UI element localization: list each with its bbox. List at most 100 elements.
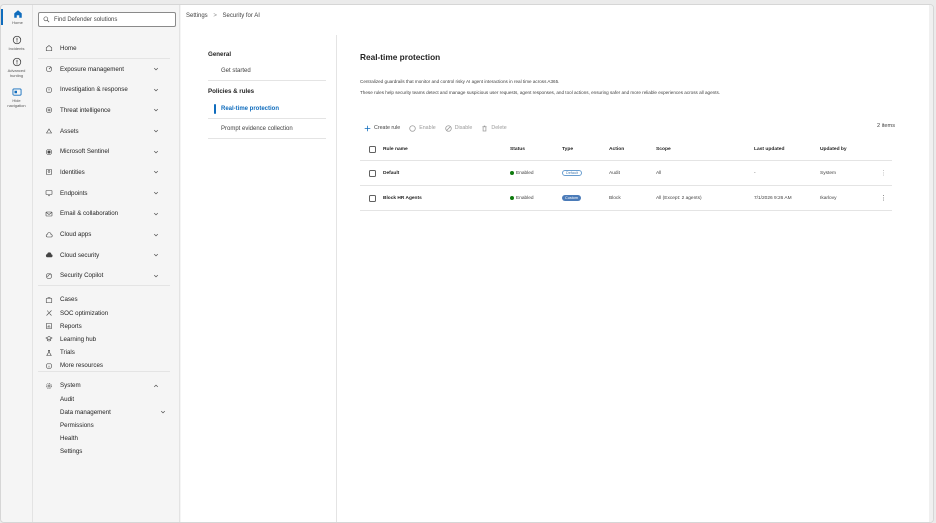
shield-alert-icon bbox=[12, 35, 21, 45]
divider bbox=[336, 35, 337, 522]
more-options-icon[interactable]: ⋮ bbox=[880, 186, 887, 210]
delete-button[interactable]: Delete bbox=[481, 125, 507, 132]
rail-label: Home bbox=[12, 20, 23, 25]
column-header-last-updated[interactable]: Last updated bbox=[754, 139, 784, 160]
investigation-icon bbox=[45, 86, 53, 93]
button-label: Delete bbox=[491, 125, 507, 131]
trials-icon bbox=[46, 349, 52, 356]
column-header-name[interactable]: Rule name bbox=[383, 139, 408, 160]
nav-subitem-permissions[interactable]: Permissions bbox=[33, 419, 180, 432]
cases-icon bbox=[45, 297, 53, 303]
nav-item-cloud-security[interactable]: Cloud security bbox=[33, 245, 180, 266]
create-rule-button[interactable]: Create rule bbox=[364, 125, 400, 132]
button-label: Create rule bbox=[374, 125, 401, 131]
nav-item-security-copilot[interactable]: Security Copilot bbox=[33, 266, 180, 287]
scope-cell: All (Except: 2 agents) bbox=[656, 195, 702, 201]
rail-incidents[interactable]: Incidents bbox=[1, 35, 32, 51]
rail-hide-navigation[interactable]: Hide navigation bbox=[1, 87, 32, 108]
nav-item-home[interactable]: Home bbox=[33, 38, 180, 59]
nav-item-learning-hub[interactable]: Learning hub bbox=[33, 333, 180, 346]
button-label: Enable bbox=[419, 125, 436, 131]
rail-advanced-hunting[interactable]: Advanced hunting bbox=[1, 57, 32, 78]
trash-icon bbox=[482, 125, 487, 131]
nav-label: Assets bbox=[60, 127, 79, 135]
subnav-item-prompt-evidence[interactable]: Prompt evidence collection bbox=[208, 119, 326, 139]
chevron-down-icon bbox=[153, 109, 159, 112]
page-description: Centralized guardrails that monitor and … bbox=[360, 78, 780, 97]
status-cell: Enabled bbox=[510, 186, 534, 210]
nav-label: Security Copilot bbox=[60, 272, 104, 280]
settings-subnav: General Get started Policies & rules Rea… bbox=[208, 35, 326, 139]
home-icon bbox=[13, 10, 22, 18]
more-options-icon[interactable]: ⋮ bbox=[880, 161, 887, 185]
copilot-icon bbox=[45, 272, 53, 279]
subnav-item-realtime-protection[interactable]: Real-time protection bbox=[208, 99, 326, 119]
nav-item-identities[interactable]: Identities bbox=[33, 162, 180, 183]
nav-subitem-audit[interactable]: Audit bbox=[33, 393, 180, 406]
nav-item-system[interactable]: System bbox=[33, 379, 180, 392]
status-text: Enabled bbox=[516, 195, 534, 201]
learning-icon bbox=[45, 336, 53, 342]
nav-item-soc-optimization[interactable]: SOC optimization bbox=[33, 306, 180, 319]
endpoints-icon bbox=[45, 190, 53, 197]
nav-subitem-health[interactable]: Health bbox=[33, 432, 180, 445]
chevron-down-icon bbox=[153, 88, 159, 92]
column-header-scope[interactable]: Scope bbox=[656, 139, 671, 160]
nav-item-cloud-apps[interactable]: Cloud apps bbox=[33, 224, 180, 245]
soc-icon bbox=[46, 310, 52, 316]
chevron-down-icon bbox=[153, 192, 159, 195]
nav-item-microsoft-sentinel[interactable]: Microsoft Sentinel bbox=[33, 141, 180, 162]
nav-label: Health bbox=[60, 435, 78, 443]
app-window: Home Incidents Advanced hunting Hide nav… bbox=[0, 4, 934, 523]
nav-subitem-data-management[interactable]: Data management bbox=[33, 406, 180, 419]
column-header-action[interactable]: Action bbox=[609, 139, 624, 160]
column-header-updated-by[interactable]: Updated by bbox=[820, 139, 847, 160]
nav-label: System bbox=[60, 382, 81, 390]
rule-name[interactable]: Default bbox=[383, 161, 399, 185]
nav-item-exposure-management[interactable]: Exposure management bbox=[33, 59, 180, 80]
scrollbar[interactable] bbox=[929, 5, 933, 522]
last-updated-cell: 7/1/2026 9:26 AM bbox=[754, 195, 792, 201]
chevron-down-icon bbox=[153, 274, 159, 278]
nav-label: Cloud apps bbox=[60, 231, 92, 239]
column-header-status[interactable]: Status bbox=[510, 139, 525, 160]
nav-label: SOC optimization bbox=[60, 309, 109, 317]
subnav-heading-policies: Policies & rules bbox=[208, 88, 255, 95]
nav-item-cases[interactable]: Cases bbox=[33, 293, 180, 306]
table-row[interactable]: Block HR Agents Enabled Custom Block All… bbox=[360, 186, 892, 211]
nav-subitem-settings[interactable]: Settings bbox=[33, 445, 180, 458]
enable-button[interactable]: Enable bbox=[409, 124, 436, 132]
nav-item-email-collaboration[interactable]: Email & collaboration bbox=[33, 204, 180, 225]
subnav-heading-general: General bbox=[208, 51, 232, 58]
status-enabled-icon bbox=[510, 196, 514, 200]
nav-item-endpoints[interactable]: Endpoints bbox=[33, 183, 180, 204]
nav-item-investigation-response[interactable]: Investigation & response bbox=[33, 79, 180, 100]
rail-home[interactable]: Home bbox=[1, 9, 32, 25]
breadcrumb-settings[interactable]: Settings bbox=[186, 13, 208, 19]
table-row[interactable]: Default Enabled Default Audit All - Syst… bbox=[360, 161, 892, 186]
rail-label: Hide navigation bbox=[7, 98, 26, 108]
chevron-down-icon bbox=[160, 411, 166, 414]
row-checkbox[interactable] bbox=[369, 169, 376, 177]
subnav-item-get-started[interactable]: Get started bbox=[208, 61, 326, 81]
nav-item-more-resources[interactable]: More resources bbox=[33, 359, 180, 373]
select-all-checkbox[interactable] bbox=[369, 146, 376, 153]
nav-item-trials[interactable]: Trials bbox=[33, 346, 180, 359]
search-input[interactable]: Find Defender solutions bbox=[38, 12, 176, 27]
column-header-type[interactable]: Type bbox=[562, 139, 573, 160]
table-header: Rule name Status Type Action Scope Last … bbox=[360, 139, 892, 161]
nav-label: Identities bbox=[60, 168, 85, 176]
info-icon bbox=[45, 362, 53, 369]
row-checkbox[interactable] bbox=[369, 194, 376, 202]
chevron-down-icon bbox=[153, 129, 159, 133]
divider bbox=[38, 371, 170, 373]
assets-icon bbox=[45, 128, 53, 134]
disable-button[interactable]: Disable bbox=[445, 124, 472, 132]
nav-item-assets[interactable]: Assets bbox=[33, 121, 180, 142]
nav-label: Reports bbox=[60, 322, 82, 330]
nav-item-reports[interactable]: Reports bbox=[33, 320, 180, 333]
search-icon bbox=[43, 16, 50, 23]
sentinel-icon bbox=[45, 148, 53, 155]
rule-name[interactable]: Block HR Agents bbox=[383, 186, 422, 210]
nav-item-threat-intelligence[interactable]: Threat intelligence bbox=[33, 100, 180, 121]
